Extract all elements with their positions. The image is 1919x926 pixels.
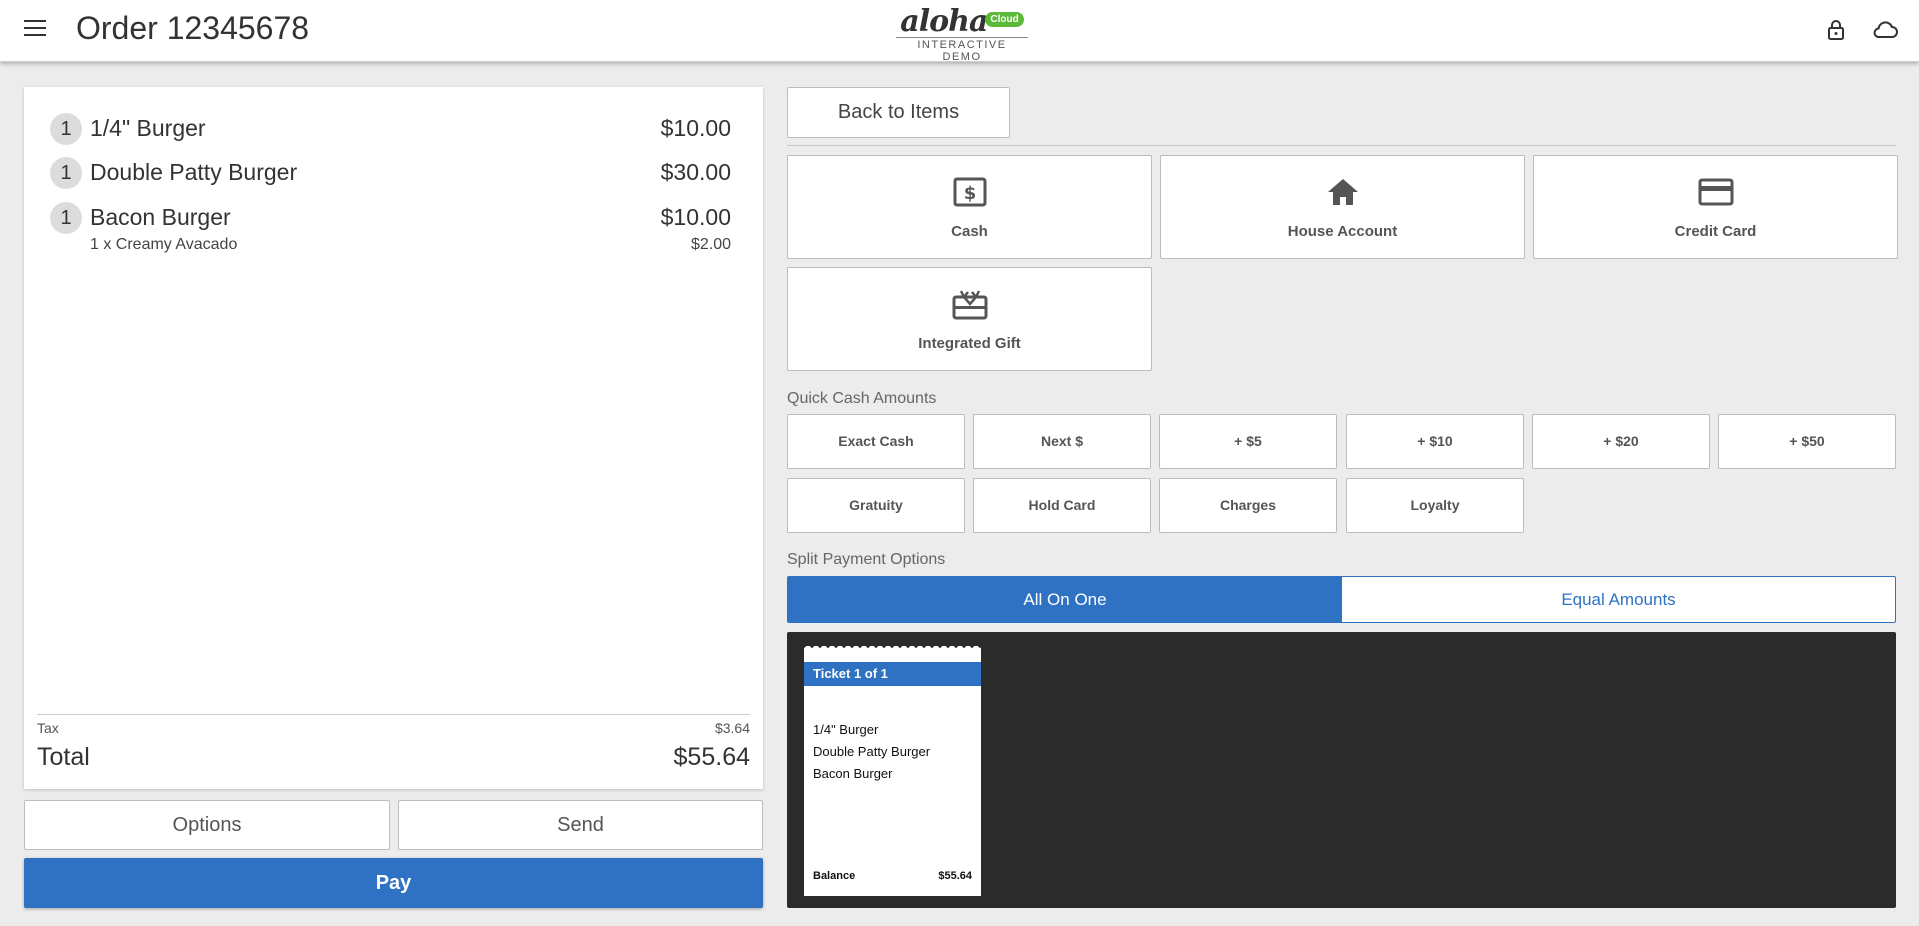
charges-button[interactable]: Charges: [1159, 478, 1337, 533]
item-price: $30.00: [660, 159, 731, 185]
split-payment-label: Split Payment Options: [787, 551, 946, 568]
lock-icon[interactable]: [1824, 18, 1848, 42]
integrated-gift-button[interactable]: Integrated Gift: [787, 267, 1152, 371]
quick-cash-button[interactable]: + $10: [1346, 414, 1524, 469]
item-quantity: 1: [50, 157, 82, 189]
tile-label: Credit Card: [1674, 223, 1757, 240]
tile-label: Cash: [951, 223, 988, 240]
ticket-item: 1/4" Burger: [813, 722, 879, 737]
options-button[interactable]: Options: [24, 800, 390, 850]
loyalty-button[interactable]: Loyalty: [1346, 478, 1524, 533]
page-title: Order 12345678: [76, 10, 310, 46]
total-label: Total: [37, 743, 90, 771]
equal-amounts-button[interactable]: Equal Amounts: [1342, 577, 1895, 622]
tax-label: Tax: [37, 720, 59, 736]
ticket-item: Double Patty Burger: [813, 744, 931, 759]
order-item[interactable]: 1 1/4" Burger $10.00: [50, 111, 731, 145]
ticket-item: Bacon Burger: [813, 766, 893, 781]
app-header: Order 12345678 aloha Cloud INTERACTIVE DE…: [0, 0, 1919, 63]
pay-button[interactable]: Pay: [24, 858, 763, 908]
house-account-button[interactable]: House Account: [1160, 155, 1525, 259]
cash-button[interactable]: $ Cash: [787, 155, 1152, 259]
ticket-card[interactable]: Ticket 1 of 1 1/4" Burger Double Patty B…: [804, 643, 981, 899]
tax-value: $3.64: [714, 720, 750, 736]
house-icon: [1327, 179, 1358, 205]
quick-cash-button[interactable]: + $5: [1159, 414, 1337, 469]
ticket-title: Ticket 1 of 1: [804, 662, 981, 686]
back-to-items-button[interactable]: Back to Items: [787, 87, 1010, 138]
cash-icon: $: [953, 177, 986, 207]
item-quantity: 1: [50, 202, 82, 234]
quick-cash-label: Quick Cash Amounts: [787, 390, 937, 407]
quick-cash-button[interactable]: Next $: [973, 414, 1151, 469]
gratuity-button[interactable]: Gratuity: [787, 478, 965, 533]
aloha-logo: aloha Cloud INTERACTIVE DEMO: [894, 4, 1030, 63]
send-button[interactable]: Send: [398, 800, 763, 850]
total-value: $55.64: [673, 743, 750, 771]
quick-cash-button[interactable]: Exact Cash: [787, 414, 965, 469]
totals-divider: [37, 714, 750, 715]
item-name: Double Patty Burger: [90, 159, 298, 185]
logo-badge: Cloud: [985, 12, 1024, 27]
menu-icon[interactable]: [24, 20, 46, 38]
logo-subtitle: INTERACTIVE DEMO: [896, 37, 1028, 63]
quick-cash-button[interactable]: + $20: [1532, 414, 1710, 469]
svg-text:$: $: [963, 183, 976, 204]
item-price: $10.00: [660, 204, 731, 230]
all-on-one-button[interactable]: All On One: [788, 577, 1342, 622]
modifier-name: 1 x Creamy Avacado: [90, 236, 238, 253]
item-name: 1/4" Burger: [90, 115, 206, 141]
ticket-edge-bottom: [804, 893, 981, 899]
credit-card-icon: [1698, 178, 1733, 206]
logo-wordmark: aloha: [900, 4, 988, 39]
ticket-balance-label: Balance: [813, 870, 856, 882]
split-payment-toggle: All On One Equal Amounts: [787, 576, 1896, 623]
order-item[interactable]: 1 Double Patty Burger $30.00: [50, 155, 731, 189]
item-quantity: 1: [50, 113, 82, 145]
ticket-edge-top: [804, 643, 981, 649]
section-divider: [787, 145, 1896, 146]
gift-card-icon: [952, 290, 987, 320]
tile-label: House Account: [1287, 223, 1398, 240]
item-price: $10.00: [660, 115, 731, 141]
order-item[interactable]: 1 Bacon Burger $10.00: [50, 200, 731, 234]
quick-cash-button[interactable]: + $50: [1718, 414, 1896, 469]
order-panel: 1 1/4" Burger $10.00 1 Double Patty Burg…: [24, 87, 763, 789]
credit-card-button[interactable]: Credit Card: [1533, 155, 1898, 259]
item-modifier[interactable]: 1 x Creamy Avacado $2.00: [90, 236, 731, 256]
ticket-area: Ticket 1 of 1 1/4" Burger Double Patty B…: [787, 632, 1896, 908]
tile-label: Integrated Gift: [918, 335, 1021, 352]
ticket-balance-value: $55.64: [938, 870, 972, 882]
cloud-icon[interactable]: [1871, 18, 1899, 42]
hold-card-button[interactable]: Hold Card: [973, 478, 1151, 533]
modifier-price: $2.00: [690, 236, 731, 253]
item-name: Bacon Burger: [90, 204, 231, 230]
